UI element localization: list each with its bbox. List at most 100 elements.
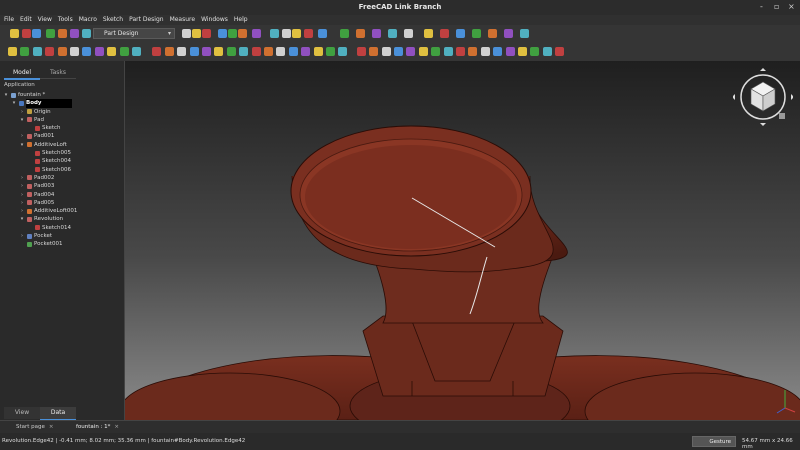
tab-data[interactable]: Data (40, 407, 76, 421)
toolbar-tool-icon[interactable] (32, 29, 41, 38)
menu-edit[interactable]: Edit (20, 15, 32, 25)
minimize-button[interactable]: - (760, 2, 763, 11)
partdesign-tool-icon[interactable] (107, 47, 117, 56)
partdesign-tool-icon[interactable] (119, 47, 129, 56)
partdesign-tool-icon[interactable] (493, 47, 503, 56)
tree-item[interactable]: › Pad003 (3, 182, 123, 190)
toolbar-tool-icon[interactable] (488, 29, 497, 38)
partdesign-tool-icon[interactable] (431, 47, 441, 56)
partdesign-tool-icon[interactable] (57, 47, 67, 56)
toolbar-tool-icon[interactable] (440, 29, 449, 38)
partdesign-tool-icon[interactable] (45, 47, 55, 56)
tree-item[interactable]: Sketch014 (3, 224, 123, 232)
toolbar-tool-icon[interactable] (218, 29, 227, 38)
tree-item[interactable]: ▾ Pad (3, 116, 123, 124)
partdesign-tool-icon[interactable] (94, 47, 104, 56)
tab-tasks[interactable]: Tasks (40, 67, 76, 79)
partdesign-tool-icon[interactable] (468, 47, 478, 56)
toolbar-tool-icon[interactable] (472, 29, 481, 38)
partdesign-tool-icon[interactable] (132, 47, 141, 56)
toolbar-tool-icon[interactable] (202, 29, 211, 38)
toolbar-tool-icon[interactable] (504, 29, 513, 38)
toolbar-tool-icon[interactable] (182, 29, 191, 38)
partdesign-tool-icon[interactable] (164, 47, 174, 56)
partdesign-tool-icon[interactable] (326, 47, 335, 56)
navigation-style-button[interactable]: Gesture (692, 436, 736, 447)
tree-item[interactable]: Sketch (3, 124, 123, 132)
partdesign-tool-icon[interactable] (443, 47, 453, 56)
tab-view[interactable]: View (4, 407, 40, 419)
toolbar-tool-icon[interactable] (388, 29, 397, 38)
3d-viewport[interactable] (125, 61, 800, 420)
menu-view[interactable]: View (38, 15, 52, 25)
partdesign-tool-icon[interactable] (356, 47, 366, 56)
partdesign-tool-icon[interactable] (505, 47, 515, 56)
toolbar-tool-icon[interactable] (456, 29, 465, 38)
toolbar-tool-icon[interactable] (356, 29, 365, 38)
toolbar-tool-icon[interactable] (304, 29, 313, 38)
toolbar-tool-icon[interactable] (82, 29, 91, 38)
partdesign-tool-icon[interactable] (70, 47, 79, 56)
expand-arrow-icon[interactable]: › (19, 132, 25, 140)
partdesign-tool-icon[interactable] (20, 47, 30, 56)
partdesign-tool-icon[interactable] (369, 47, 379, 56)
expand-arrow-icon[interactable]: › (19, 207, 25, 215)
expand-arrow-icon[interactable]: › (19, 191, 25, 199)
menu-help[interactable]: Help (234, 15, 248, 25)
expand-arrow-icon[interactable]: ▾ (19, 215, 25, 223)
tree-item[interactable]: ▾ Revolution (3, 215, 123, 223)
partdesign-tool-icon[interactable] (518, 47, 527, 56)
menu-sketch[interactable]: Sketch (103, 15, 123, 25)
partdesign-tool-icon[interactable] (202, 47, 211, 56)
toolbar-tool-icon[interactable] (58, 29, 67, 38)
maximize-button[interactable]: ▫ (774, 2, 779, 11)
toolbar-tool-icon[interactable] (292, 29, 301, 38)
menu-part-design[interactable]: Part Design (129, 15, 163, 25)
partdesign-tool-icon[interactable] (152, 47, 162, 56)
partdesign-tool-icon[interactable] (530, 47, 540, 56)
expand-arrow-icon[interactable]: › (19, 232, 25, 240)
partdesign-tool-icon[interactable] (338, 47, 348, 56)
expand-arrow-icon[interactable]: › (19, 199, 25, 207)
expand-arrow-icon[interactable]: › (19, 108, 25, 116)
navigation-cube[interactable] (733, 67, 793, 127)
menu-measure[interactable]: Measure (170, 15, 196, 25)
partdesign-tool-icon[interactable] (313, 47, 323, 56)
partdesign-tool-icon[interactable] (264, 47, 273, 56)
tree-item[interactable]: › Pad002 (3, 174, 123, 182)
tab-start-page[interactable]: Start page × (6, 422, 54, 433)
workbench-selector[interactable]: Part Design ▾ (93, 28, 175, 39)
tree-item[interactable]: ▾ fountain * (3, 91, 123, 99)
tree-item[interactable]: Sketch005 (3, 149, 123, 157)
toolbar-tool-icon[interactable] (404, 29, 413, 38)
tree-item[interactable]: ▾ Body (3, 99, 123, 108)
toolbar-tool-icon[interactable] (228, 29, 237, 38)
toolbar-tool-icon[interactable] (318, 29, 327, 38)
toolbar-tool-icon[interactable] (424, 29, 433, 38)
menu-windows[interactable]: Windows (201, 15, 228, 25)
tree-item[interactable]: › Pocket (3, 232, 123, 240)
menu-macro[interactable]: Macro (79, 15, 97, 25)
partdesign-tool-icon[interactable] (480, 47, 490, 56)
partdesign-tool-icon[interactable] (456, 47, 465, 56)
tree-item[interactable]: › Origin (3, 108, 123, 116)
menu-tools[interactable]: Tools (58, 15, 73, 25)
close-icon[interactable]: × (49, 424, 54, 430)
tree-item[interactable]: Sketch006 (3, 166, 123, 174)
tree-item[interactable]: Sketch004 (3, 157, 123, 165)
tree-item[interactable]: › Pad004 (3, 191, 123, 199)
toolbar-tool-icon[interactable] (46, 29, 55, 38)
tab-model[interactable]: Model (4, 67, 40, 80)
tree-item[interactable]: › Pad005 (3, 199, 123, 207)
expand-arrow-icon[interactable]: ▾ (3, 91, 9, 99)
partdesign-tool-icon[interactable] (177, 47, 187, 56)
tree-item[interactable]: › Pad001 (3, 132, 123, 140)
partdesign-tool-icon[interactable] (418, 47, 428, 56)
toolbar-tool-icon[interactable] (10, 29, 19, 38)
expand-arrow-icon[interactable]: ▾ (19, 116, 25, 124)
toolbar-tool-icon[interactable] (340, 29, 349, 38)
close-button[interactable]: × (788, 2, 795, 11)
toolbar-tool-icon[interactable] (70, 29, 79, 38)
expand-arrow-icon[interactable]: › (19, 174, 25, 182)
toolbar-tool-icon[interactable] (192, 29, 201, 38)
